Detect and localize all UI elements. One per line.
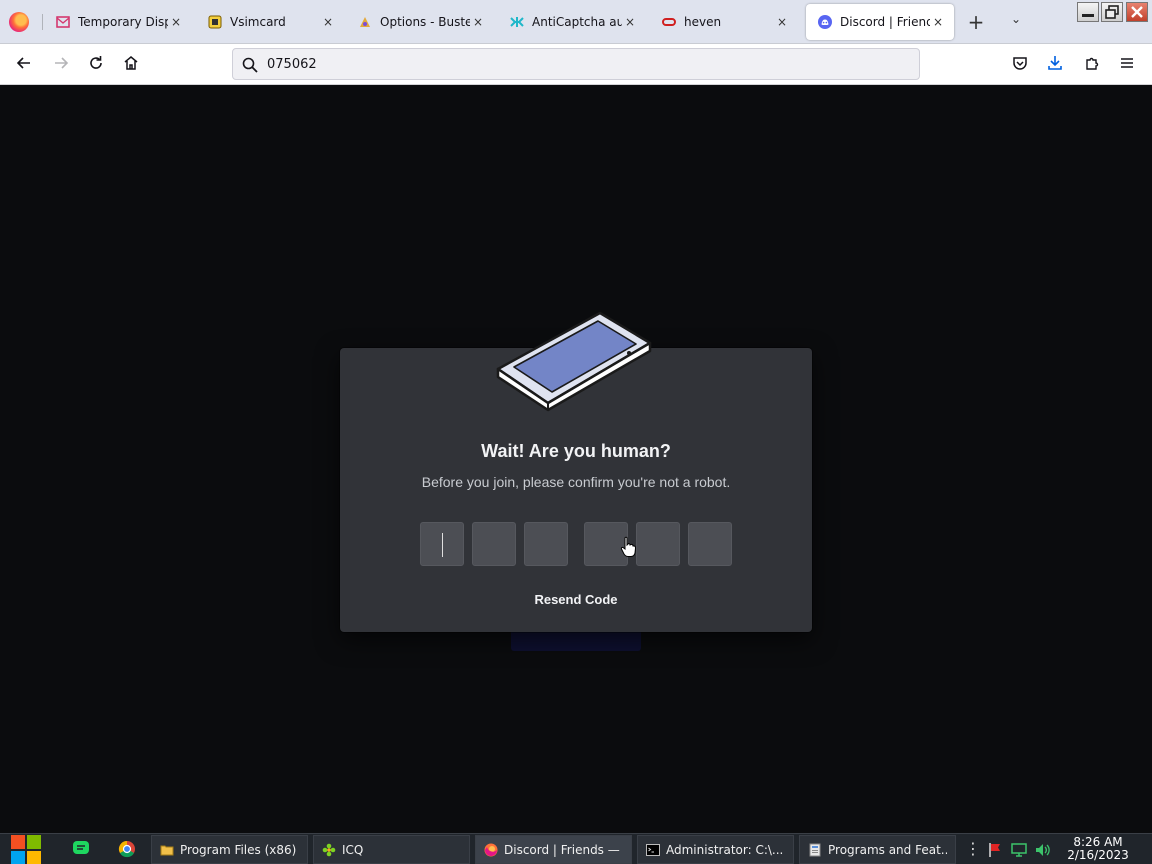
taskbar-icq[interactable]: ICQ	[313, 835, 470, 864]
new-tab-button[interactable]: +	[965, 10, 987, 34]
anticaptcha-icon	[510, 17, 524, 27]
discord-icon	[818, 15, 832, 29]
app-menu-button[interactable]	[1116, 54, 1138, 76]
pocket-icon	[1013, 57, 1027, 70]
tab-separator	[42, 14, 43, 30]
volume-icon[interactable]	[1034, 842, 1050, 858]
pocket-button[interactable]	[1009, 54, 1031, 76]
firefox-icon[interactable]	[9, 12, 29, 32]
text-caret	[442, 533, 443, 557]
hand-cursor-icon	[620, 536, 636, 557]
tab-title: heven	[684, 15, 722, 29]
tab-title: AntiCaptcha auto	[532, 15, 622, 29]
downloads-button[interactable]	[1044, 54, 1066, 76]
chrome-icon[interactable]	[118, 840, 136, 858]
taskbar: Program Files (x86) ICQ Discord | Friend…	[0, 833, 1152, 864]
home-icon	[124, 56, 138, 70]
clock-date: 2/16/2023	[1067, 848, 1129, 862]
code-digit-5[interactable]	[636, 522, 680, 566]
tab-close-button[interactable]: ×	[774, 15, 790, 29]
tab-heven[interactable]: heven ×	[650, 4, 798, 40]
code-digit-6[interactable]	[688, 522, 732, 566]
mail-icon	[56, 16, 70, 28]
url-input[interactable]	[267, 53, 907, 75]
resend-code-button[interactable]: Resend Code	[534, 592, 617, 607]
sim-card-icon	[208, 15, 222, 29]
tab-options-buster[interactable]: Options - Buster: ×	[346, 4, 494, 40]
search-icon	[242, 57, 258, 73]
tab-temporary-dispo[interactable]: Temporary Dispo ×	[44, 4, 192, 40]
taskbar-administrator-cmd[interactable]: Administrator: C:\...	[637, 835, 794, 864]
tab-title: Discord | Friends	[840, 15, 930, 29]
modal-subtitle: Before you join, please confirm you're n…	[421, 474, 731, 490]
arrow-left-icon	[16, 57, 30, 69]
hamburger-menu-icon	[1121, 58, 1133, 68]
page-content: Wait! Are you human? Before you join, pl…	[0, 85, 1152, 833]
reload-button[interactable]	[85, 54, 107, 76]
restore-icon	[1105, 5, 1119, 19]
buster-icon	[360, 17, 370, 27]
windows-start-button[interactable]	[8, 834, 44, 864]
navigation-toolbar	[0, 44, 1152, 85]
folder-icon	[160, 845, 174, 855]
url-bar[interactable]	[232, 48, 920, 80]
flag-icon[interactable]	[987, 842, 1003, 858]
tab-close-button[interactable]: ×	[622, 15, 638, 29]
minimize-icon	[1082, 14, 1094, 17]
network-icon[interactable]	[1011, 842, 1027, 858]
tab-title: Options - Buster:	[380, 15, 470, 29]
tab-close-button[interactable]: ×	[930, 15, 946, 29]
minimize-button[interactable]	[1077, 2, 1099, 22]
tab-strip: Temporary Dispo × Vsimcard × Options - B…	[0, 0, 1152, 44]
tab-vsimcard[interactable]: Vsimcard ×	[196, 4, 344, 40]
taskbar-discord-firefox[interactable]: Discord | Friends — ...	[475, 835, 632, 864]
download-icon	[1048, 56, 1062, 70]
resend-code-row: Resend Code	[340, 592, 812, 607]
firefox-icon	[484, 843, 498, 856]
tab-anticaptcha[interactable]: AntiCaptcha auto ×	[498, 4, 646, 40]
code-digit-3[interactable]	[524, 522, 568, 566]
home-button[interactable]	[120, 54, 142, 76]
tab-discord-friends[interactable]: Discord | Friends ×	[806, 4, 954, 40]
chat-icon[interactable]	[72, 840, 90, 858]
arrow-right-icon	[55, 57, 69, 69]
code-digit-2[interactable]	[472, 522, 516, 566]
tab-close-button[interactable]: ×	[470, 15, 486, 29]
cmd-icon	[646, 843, 660, 856]
programs-icon	[809, 843, 821, 856]
icq-icon	[322, 843, 336, 856]
phone-illustration-icon	[496, 311, 652, 412]
taskbar-programs-features[interactable]: Programs and Feat...	[799, 835, 956, 864]
tab-close-button[interactable]: ×	[168, 15, 184, 29]
extensions-button[interactable]	[1081, 54, 1103, 76]
tab-title: Vsimcard	[230, 15, 286, 29]
back-button[interactable]	[13, 54, 35, 76]
link-icon	[662, 18, 676, 26]
taskbar-program-files[interactable]: Program Files (x86)	[151, 835, 308, 864]
system-clock[interactable]: 8:26 AM 2/16/2023	[1062, 836, 1134, 862]
reload-icon	[90, 56, 102, 69]
code-digit-1[interactable]	[420, 522, 464, 566]
close-icon	[1131, 6, 1143, 18]
tab-title: Temporary Dispo	[78, 15, 168, 29]
forward-button[interactable]	[50, 54, 72, 76]
puzzle-icon	[1086, 57, 1099, 70]
list-all-tabs-button[interactable]: ⌄	[1007, 12, 1025, 26]
restore-button[interactable]	[1101, 2, 1123, 22]
close-window-button[interactable]	[1126, 2, 1148, 22]
tray-overflow-button[interactable]: ⋮	[965, 839, 981, 858]
modal-title: Wait! Are you human?	[481, 441, 671, 461]
tab-close-button[interactable]: ×	[320, 15, 336, 29]
